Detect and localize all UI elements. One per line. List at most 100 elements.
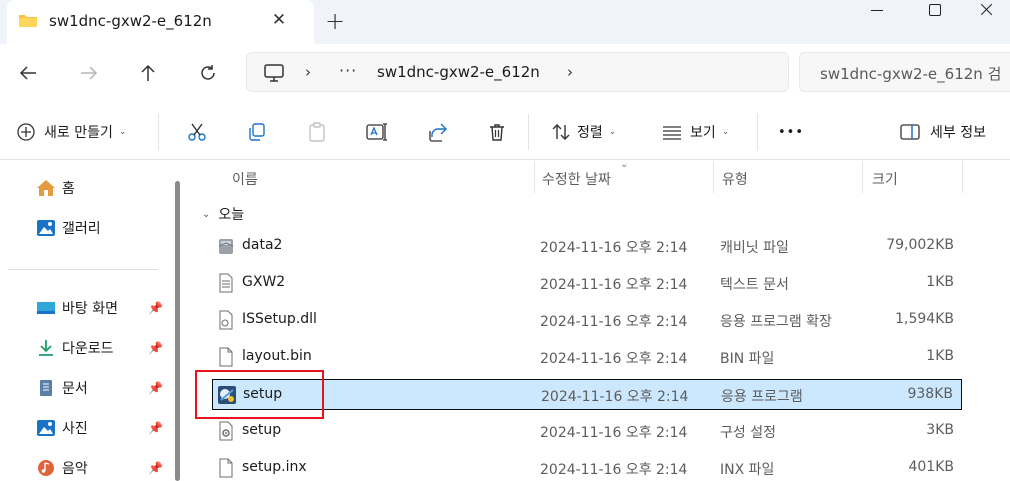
table-row[interactable]: setup 2024-11-16 오후 2:14 구성 설정 3KB xyxy=(212,416,962,447)
search-input[interactable]: sw1dnc-gxw2-e_612n 검 xyxy=(799,52,1010,92)
share-button[interactable] xyxy=(425,120,449,144)
this-pc-icon xyxy=(264,64,284,82)
new-tab-button[interactable]: + xyxy=(322,9,348,35)
table-row[interactable]: data2 2024-11-16 오후 2:14 캐비닛 파일 79,002KB xyxy=(212,231,962,262)
sidebar-item-desktop[interactable]: 바탕 화면 xyxy=(36,296,118,320)
chevron-down-icon: ⌄ xyxy=(118,127,127,137)
group-header-today[interactable]: ⌄ 오늘 xyxy=(202,204,244,224)
file-size: 401KB xyxy=(908,459,954,475)
table-row-selected[interactable]: setup 2024-11-16 오후 2:14 응용 프로그램 938KB xyxy=(212,379,962,410)
file-size: 1KB xyxy=(926,274,954,290)
text-file-icon xyxy=(219,273,233,293)
refresh-button[interactable] xyxy=(195,60,221,86)
trash-icon xyxy=(490,124,504,141)
view-list-icon xyxy=(663,126,681,140)
column-divider[interactable] xyxy=(534,161,535,193)
refresh-icon xyxy=(201,65,215,80)
table-row[interactable]: GXW2 2024-11-16 오후 2:14 텍스트 문서 1KB xyxy=(212,268,962,299)
copy-button[interactable] xyxy=(245,120,269,144)
sidebar-item-documents[interactable]: 문서 xyxy=(36,376,88,400)
close-window-button[interactable] xyxy=(964,0,1010,22)
file-name: GXW2 xyxy=(242,274,286,290)
sidebar-item-label: 음악 xyxy=(62,461,88,477)
sort-icon xyxy=(552,124,570,140)
sidebar-item-pictures[interactable]: 사진 xyxy=(36,416,88,440)
home-icon xyxy=(36,178,56,198)
details-pane-button[interactable]: 세부 정보 xyxy=(900,120,986,144)
sidebar-item-gallery[interactable]: 갤러리 xyxy=(36,216,101,240)
up-button[interactable] xyxy=(135,60,161,86)
pictures-icon xyxy=(36,418,56,438)
folder-icon xyxy=(19,15,37,27)
pin-icon[interactable]: 📌 xyxy=(148,301,163,315)
plus-circle-icon xyxy=(17,123,35,141)
sidebar-divider xyxy=(8,269,158,270)
title-bar: sw1dnc-gxw2-e_612n ✕ + xyxy=(0,0,1010,44)
back-arrow-icon xyxy=(19,66,36,80)
file-name: layout.bin xyxy=(242,348,312,364)
sidebar-scrollbar[interactable] xyxy=(175,181,180,481)
column-divider[interactable] xyxy=(962,161,963,193)
file-size: 79,002KB xyxy=(886,237,954,253)
sidebar-item-label: 바탕 화면 xyxy=(62,301,118,317)
paste-button[interactable] xyxy=(305,120,329,144)
minimize-button[interactable] xyxy=(855,0,901,22)
file-list: 이름 ⌄ 수정한 날짜 유형 크기 ⌄ 오늘 data2 2024-11-16 … xyxy=(190,159,1010,481)
new-button[interactable]: 새로 만들기 ⌄ xyxy=(16,120,126,144)
navigation-pane: 홈 갤러리 바탕 화면 📌 다운로드 📌 문서 📌 사진 📌 음악 📌 xyxy=(0,161,186,481)
more-options-button[interactable]: ••• xyxy=(778,120,804,144)
sidebar-item-home[interactable]: 홈 xyxy=(36,176,75,200)
address-box[interactable]: › ··· sw1dnc-gxw2-e_612n › xyxy=(246,52,789,92)
chevron-down-icon: ⌄ xyxy=(202,208,211,220)
table-row[interactable]: ISSetup.dll 2024-11-16 오후 2:14 응용 프로그램 확… xyxy=(212,305,962,336)
view-button-label: 보기 xyxy=(690,125,716,141)
column-divider[interactable] xyxy=(713,161,714,193)
file-date: 2024-11-16 오후 2:14 xyxy=(541,389,689,405)
cut-button[interactable] xyxy=(185,120,209,144)
pin-icon[interactable]: 📌 xyxy=(148,461,163,475)
column-header-date[interactable]: 수정한 날짜 xyxy=(542,161,611,193)
config-file-icon xyxy=(219,421,233,441)
tab-current-folder[interactable]: sw1dnc-gxw2-e_612n ✕ xyxy=(7,0,314,44)
file-date: 2024-11-16 오후 2:14 xyxy=(540,277,688,293)
file-date: 2024-11-16 오후 2:14 xyxy=(540,351,688,367)
breadcrumb-current[interactable]: sw1dnc-gxw2-e_612n xyxy=(377,63,540,81)
details-pane-icon xyxy=(900,124,920,140)
back-button[interactable] xyxy=(15,60,41,86)
forward-button[interactable] xyxy=(76,60,102,86)
view-button[interactable]: 보기 ⌄ xyxy=(662,120,729,144)
file-date: 2024-11-16 오후 2:14 xyxy=(540,314,688,330)
column-header-name[interactable]: 이름 xyxy=(232,161,258,193)
table-row[interactable]: layout.bin 2024-11-16 오후 2:14 BIN 파일 1KB xyxy=(212,342,962,373)
file-name: ISSetup.dll xyxy=(242,311,317,327)
column-header-size[interactable]: 크기 xyxy=(872,161,898,193)
breadcrumb-more-button[interactable]: ··· xyxy=(339,61,357,80)
column-divider[interactable] xyxy=(862,161,863,193)
divider xyxy=(528,114,529,150)
pin-icon[interactable]: 📌 xyxy=(148,341,163,355)
file-date: 2024-11-16 오후 2:14 xyxy=(540,425,688,441)
pin-icon[interactable]: 📌 xyxy=(148,421,163,435)
column-header-type[interactable]: 유형 xyxy=(722,161,748,193)
sidebar-item-downloads[interactable]: 다운로드 xyxy=(36,336,114,360)
maximize-button[interactable] xyxy=(912,0,958,22)
sidebar-item-label: 갤러리 xyxy=(62,221,101,237)
command-bar: 새로 만들기 ⌄ 정렬 ⌄ 보기 ⌄ ••• 세부 정보 xyxy=(0,102,1010,160)
breadcrumb-chevron-icon[interactable]: › xyxy=(305,63,311,81)
file-type: 구성 설정 xyxy=(720,425,776,441)
sidebar-item-label: 홈 xyxy=(62,181,75,197)
rename-button[interactable] xyxy=(365,120,389,144)
details-pane-label: 세부 정보 xyxy=(930,125,986,141)
sidebar-item-music[interactable]: 음악 xyxy=(36,456,88,480)
cabinet-icon xyxy=(218,239,234,254)
tab-close-icon[interactable]: ✕ xyxy=(269,10,289,30)
breadcrumb-chevron-icon[interactable]: › xyxy=(567,63,573,81)
sort-button[interactable]: 정렬 ⌄ xyxy=(551,120,616,144)
file-type: 텍스트 문서 xyxy=(720,277,789,293)
sort-button-label: 정렬 xyxy=(577,125,603,141)
delete-button[interactable] xyxy=(485,120,509,144)
file-icon xyxy=(219,347,233,367)
pin-icon[interactable]: 📌 xyxy=(148,381,163,395)
annotation-highlight xyxy=(195,370,324,419)
table-row[interactable]: setup.inx 2024-11-16 오후 2:14 INX 파일 401K… xyxy=(212,453,962,481)
